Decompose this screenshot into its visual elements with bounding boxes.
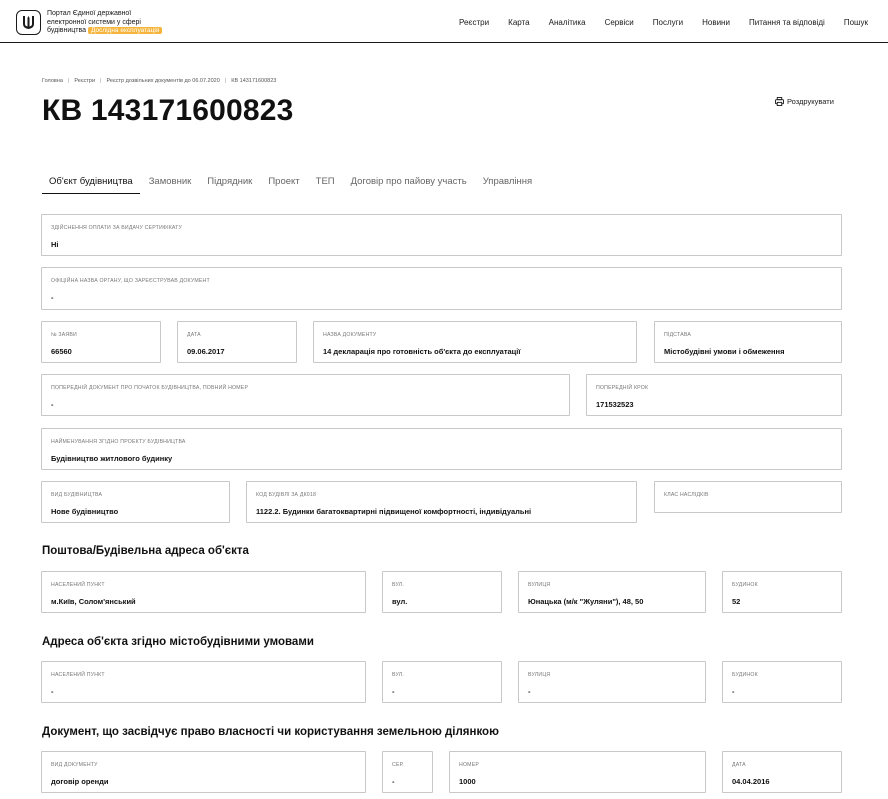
print-button[interactable]: Роздрукувати xyxy=(775,97,834,106)
breadcrumb-separator: | xyxy=(67,78,70,84)
breadcrumb-separator: | xyxy=(224,78,227,84)
basis-field: Підстава Містобудівні умови і обмеження xyxy=(654,321,842,363)
postal-address-heading: Поштова/Будівельна адреса об'єкта xyxy=(42,545,249,557)
previous-document-field: Попередній документ про початок будівниц… xyxy=(41,374,570,416)
application-number-field: № заяви 66560 xyxy=(41,321,161,363)
land-date-field: Дата 04.04.2016 xyxy=(722,751,842,793)
urban-settlement-field: Населений пункт - xyxy=(41,661,366,703)
postal-building-field: Будинок 52 xyxy=(722,571,842,613)
trident-logo-icon[interactable] xyxy=(16,10,41,35)
print-label: Роздрукувати xyxy=(787,97,834,106)
nav-registries[interactable]: Реєстри xyxy=(459,18,489,27)
urban-building-field: Будинок - xyxy=(722,661,842,703)
postal-settlement-field: Населений пункт м.Київ, Солом'янський xyxy=(41,571,366,613)
registering-organ-field: Офіційна назва органу, що зареєстрував д… xyxy=(41,267,842,310)
tab-tep[interactable]: ТЕП xyxy=(309,170,342,194)
tab-object[interactable]: Об'єкт будівництва xyxy=(42,170,140,194)
nav-news[interactable]: Новини xyxy=(702,18,730,27)
construction-type-field: Вид будівництва Нове будівництво xyxy=(41,481,230,523)
project-name-field: Найменування згідно проекту будівництва … xyxy=(41,428,842,470)
payment-field: Здійснення оплати за видачу сертифікату … xyxy=(41,214,842,256)
urban-street-type-field: Вул. - xyxy=(382,661,502,703)
main-nav: Реєстри Карта Аналітика Сервіси Послуги … xyxy=(459,18,868,27)
site-header: Портал Єдиної державної електронної сист… xyxy=(0,0,888,43)
dk018-code-field: Код будівлі за ДК018 1122.2. Будинки баг… xyxy=(246,481,637,523)
portal-name[interactable]: Портал Єдиної державної електронної сист… xyxy=(47,10,177,36)
land-number-field: Номер 1000 xyxy=(449,751,706,793)
nav-search[interactable]: Пошук xyxy=(844,18,868,27)
postal-street-field: Вулиця Юнацька (м/к "Жуляни"), 48, 50 xyxy=(518,571,706,613)
tab-management[interactable]: Управління xyxy=(476,170,539,194)
printer-icon xyxy=(775,97,784,106)
breadcrumb-home[interactable]: Головна xyxy=(42,78,63,84)
breadcrumb-separator: | xyxy=(100,78,102,84)
nav-faq[interactable]: Питання та відповіді xyxy=(749,18,825,27)
tabs: Об'єкт будівництва Замовник Підрядник Пр… xyxy=(42,170,541,194)
nav-analytics[interactable]: Аналітика xyxy=(549,18,586,27)
tab-project[interactable]: Проект xyxy=(261,170,306,194)
breadcrumb-current: КВ 143171600823 xyxy=(231,78,277,84)
tab-share-agreement[interactable]: Договір про пайову участь xyxy=(344,170,474,194)
nav-map[interactable]: Карта xyxy=(508,18,529,27)
beta-badge: Дослідна експлуатація xyxy=(87,27,163,34)
document-name-field: Назва документу 14 декларація про готовн… xyxy=(313,321,637,363)
nav-offers[interactable]: Послуги xyxy=(653,18,683,27)
land-doc-type-field: Вид документу договір оренди xyxy=(41,751,366,793)
nav-services[interactable]: Сервіси xyxy=(605,18,634,27)
postal-street-type-field: Вул. вул. xyxy=(382,571,502,613)
land-document-heading: Документ, що засвідчує право власності ч… xyxy=(42,726,499,738)
header-divider xyxy=(16,42,868,43)
breadcrumb-registry[interactable]: Реєстр дозвільних документів до 06.07.20… xyxy=(106,78,219,84)
breadcrumb-registries[interactable]: Реєстри xyxy=(74,78,95,84)
urban-street-field: Вулиця - xyxy=(518,661,706,703)
date-field: Дата 09.06.2017 xyxy=(177,321,297,363)
urban-address-heading: Адреса об'єкта згідно містобудівними умо… xyxy=(42,636,314,648)
breadcrumb: Головна | Реєстри | Реєстр дозвільних до… xyxy=(42,78,276,84)
land-series-field: Сер. - xyxy=(382,751,433,793)
page-title: КВ 143171600823 xyxy=(42,94,294,127)
previous-step-field: Попередній крок 171532523 xyxy=(586,374,842,416)
tab-contractor[interactable]: Підрядник xyxy=(200,170,259,194)
tab-customer[interactable]: Замовник xyxy=(142,170,199,194)
consequence-class-field: Клас наслідків xyxy=(654,481,842,513)
